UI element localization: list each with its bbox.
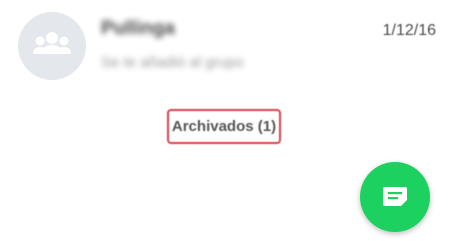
chat-date: 1/12/16 [382,22,436,39]
group-icon [33,32,71,54]
chat-list-item[interactable]: Pullinga Se te añadió al grupo 1/12/16 [0,0,450,92]
new-chat-button[interactable] [360,162,430,232]
group-avatar [18,12,86,80]
chat-last-message: Se te añadió al grupo [101,54,244,71]
new-chat-icon [383,187,407,206]
archived-chats-button[interactable]: Archivados (1) [167,109,281,144]
chat-name: Pullinga [101,18,175,39]
